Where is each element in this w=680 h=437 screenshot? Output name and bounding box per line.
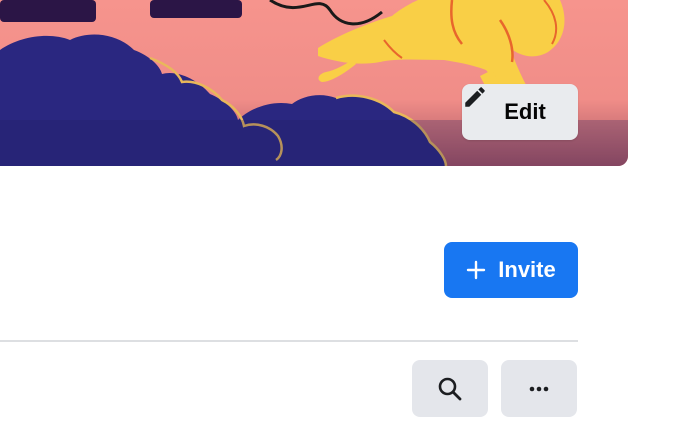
section-divider — [0, 340, 578, 342]
edit-cover-button[interactable]: Edit — [462, 84, 578, 140]
search-icon — [436, 375, 464, 403]
invite-label: Invite — [498, 257, 556, 282]
search-button[interactable] — [412, 360, 488, 417]
group-page: Edit Invite — [0, 0, 680, 437]
cover-photo: Edit — [0, 0, 628, 166]
more-options-button[interactable] — [501, 360, 577, 417]
invite-button[interactable]: Invite — [444, 242, 578, 298]
edit-cover-label: Edit — [504, 99, 546, 124]
plus-icon — [466, 260, 486, 280]
more-horizontal-icon — [525, 375, 553, 403]
cover-illustration — [0, 0, 628, 166]
